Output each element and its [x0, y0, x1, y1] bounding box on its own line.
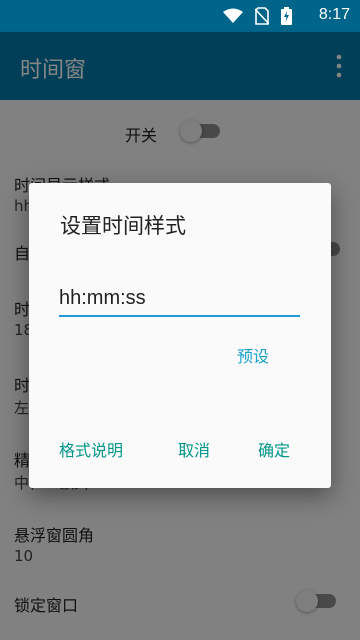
time-style-dialog: 设置时间样式 预设 格式说明 取消 确定 [29, 183, 331, 488]
battery-charging-icon [281, 7, 292, 25]
status-icons [223, 7, 292, 25]
no-sim-icon [255, 7, 269, 25]
status-time: 8:17 [318, 6, 350, 23]
status-bar: 8:17 [0, 0, 360, 32]
cancel-button[interactable]: 取消 [178, 437, 210, 461]
format-help-button[interactable]: 格式说明 [59, 437, 123, 461]
confirm-button[interactable]: 确定 [258, 437, 290, 461]
preset-button[interactable]: 预设 [237, 343, 269, 367]
dialog-title: 设置时间样式 [60, 214, 186, 238]
time-format-input[interactable] [59, 281, 300, 317]
wifi-icon [223, 8, 243, 23]
